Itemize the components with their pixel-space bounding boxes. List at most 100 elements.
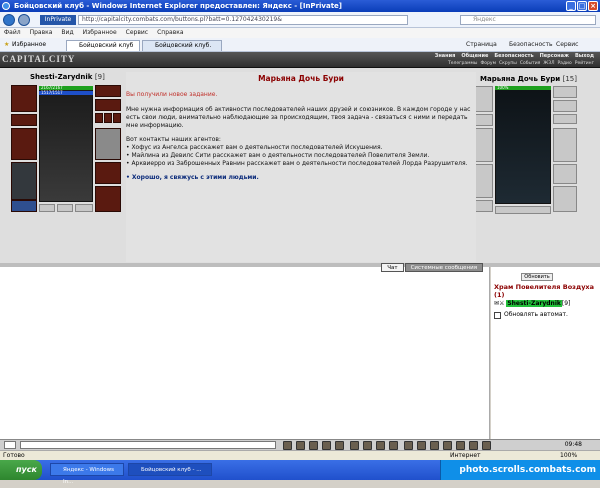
dialog-title: Марьяна Дочь Бури [258, 74, 344, 83]
left-mp-bar: 1517/1517 [39, 91, 93, 95]
player-entry[interactable]: ✉⚔ Shesti-Zarydnik[9] [494, 300, 570, 308]
npc-boots-slot[interactable] [553, 186, 577, 212]
auto-refresh-checkbox[interactable] [494, 311, 501, 319]
url-field[interactable]: http://capitalcity.combats.com/buttons.p… [78, 15, 408, 25]
chat-tabs: Чат Системные сообщения [381, 263, 483, 272]
quest-icon[interactable] [417, 441, 426, 450]
scroll-icon[interactable] [389, 441, 398, 450]
tools-menu[interactable]: Сервис [556, 40, 578, 50]
submenu-scrolls[interactable]: Скрупы [499, 61, 517, 66]
clear-icon[interactable] [283, 441, 292, 450]
inprivate-badge: InPrivate [40, 15, 76, 25]
tab-combats-1[interactable]: Бойцовский клуб [66, 40, 140, 51]
menu-exit[interactable]: Выход [575, 53, 594, 59]
submenu-events[interactable]: События [520, 61, 540, 66]
left-char-name[interactable]: Shesti-Zarydnik [9] [30, 73, 105, 81]
search-input[interactable]: Яндекс [460, 15, 596, 25]
dialog-answer-link[interactable]: • Хорошо, я свяжусь с этими людьми. [126, 174, 476, 181]
belt-slot[interactable] [11, 200, 37, 212]
boots-slot[interactable] [95, 186, 121, 212]
location-panel: Обновить Храм Повелителя Воздуха (1) ✉⚔ … [491, 267, 600, 439]
belt-item-1[interactable] [39, 204, 55, 212]
right-char-name[interactable]: Марьяна Дочь Бури [15] [480, 75, 577, 83]
player-icons: ✉⚔ [494, 300, 507, 307]
favorites-bar: ★ Избранное Бойцовский клуб Бойцовский к… [0, 38, 600, 52]
translit-icon[interactable] [322, 441, 331, 450]
task-yandex[interactable]: Яндекс - Windows In... [50, 463, 124, 485]
refresh-button[interactable]: Обновить [521, 273, 553, 281]
submenu-radio[interactable]: Радио [557, 61, 571, 66]
weapon-slot[interactable] [11, 128, 37, 160]
mail-icon[interactable] [430, 441, 439, 450]
fight-icon[interactable] [376, 441, 385, 450]
submenu-telegrams[interactable]: Телеграммы [448, 61, 477, 66]
filter-icon[interactable] [309, 441, 318, 450]
help-icon[interactable] [469, 441, 478, 450]
belt-item-2[interactable] [57, 204, 73, 212]
menu-favorites[interactable]: Избранное [83, 28, 117, 38]
chat-input[interactable] [20, 441, 276, 449]
submenu-zhzl[interactable]: ЖЗЛ [543, 61, 554, 66]
inventory-icon[interactable] [350, 441, 359, 450]
ring-slot-2[interactable] [104, 113, 112, 123]
start-button[interactable]: пуск [0, 460, 42, 480]
ie-icon [2, 2, 10, 10]
player-name[interactable]: Shesti-Zarydnik [506, 300, 562, 307]
task-combats[interactable]: Бойцовский клуб - ... [128, 463, 212, 476]
helmet-slot[interactable] [11, 85, 37, 112]
exit-icon[interactable] [482, 441, 491, 450]
npc-amulet-slot[interactable] [553, 100, 577, 112]
menu-help[interactable]: Справка [157, 28, 183, 38]
ring-slot-1[interactable] [95, 113, 103, 123]
page-menu[interactable]: Страница [466, 40, 497, 50]
sound-icon[interactable] [335, 441, 344, 450]
offhand-slot[interactable] [95, 128, 121, 160]
gloves-slot[interactable] [95, 162, 121, 184]
minimize-button[interactable]: _ [566, 1, 576, 11]
tab-system-messages[interactable]: Системные сообщения [404, 263, 483, 272]
armor-slot[interactable] [11, 162, 37, 200]
favorites-label[interactable]: Избранное [12, 41, 46, 48]
menu-communication[interactable]: Общение [461, 53, 488, 59]
friends-icon[interactable] [404, 441, 413, 450]
smile-icon[interactable] [296, 441, 305, 450]
menu-knowledge[interactable]: Знания [435, 53, 456, 59]
forward-button[interactable] [18, 14, 30, 26]
npc-earring-slot[interactable] [553, 86, 577, 98]
close-button[interactable]: × [588, 1, 598, 11]
menu-character[interactable]: Персонаж [540, 53, 569, 59]
settings-icon[interactable] [456, 441, 465, 450]
left-char-portrait[interactable] [39, 86, 93, 202]
npc-belt-items[interactable] [495, 206, 551, 214]
npc-offhand-slot[interactable] [553, 128, 577, 162]
submenu-forum[interactable]: Форум [480, 61, 496, 66]
earring-slot[interactable] [95, 85, 121, 97]
chat-mode-icon[interactable] [4, 441, 16, 449]
tab-combats-2[interactable]: Бойцовский клуб. [142, 40, 222, 51]
menu-view[interactable]: Вид [61, 28, 73, 38]
npc-hp-bar: 100% [495, 86, 551, 90]
address-bar: InPrivate http://capitalcity.combats.com… [0, 12, 600, 28]
auto-refresh-label: Обновлять автомат. [504, 311, 568, 318]
bracer-slot[interactable] [11, 114, 37, 126]
clan-icon[interactable] [443, 441, 452, 450]
menu-edit[interactable]: Правка [30, 28, 53, 38]
npc-portrait[interactable] [495, 86, 551, 204]
belt-item-3[interactable] [75, 204, 93, 212]
tab-chat[interactable]: Чат [381, 263, 404, 272]
star-icon[interactable]: ★ [4, 41, 9, 48]
npc-gloves-slot[interactable] [553, 164, 577, 184]
ring-slot-3[interactable] [113, 113, 121, 123]
dialog-text: Мне нужна информация об активности после… [126, 106, 471, 129]
menu-security[interactable]: Безопасность [494, 53, 533, 59]
submenu-rating[interactable]: Рейтинг [575, 61, 594, 66]
menu-file[interactable]: Файл [4, 28, 21, 38]
maximize-button[interactable]: □ [577, 1, 587, 11]
map-icon[interactable] [363, 441, 372, 450]
auto-refresh[interactable]: Обновлять автомат. [494, 311, 568, 319]
npc-rings-slot[interactable] [553, 114, 577, 124]
safety-menu[interactable]: Безопасность [509, 40, 553, 50]
back-button[interactable] [3, 14, 15, 26]
menu-tools[interactable]: Сервис [126, 28, 148, 38]
amulet-slot[interactable] [95, 99, 121, 111]
